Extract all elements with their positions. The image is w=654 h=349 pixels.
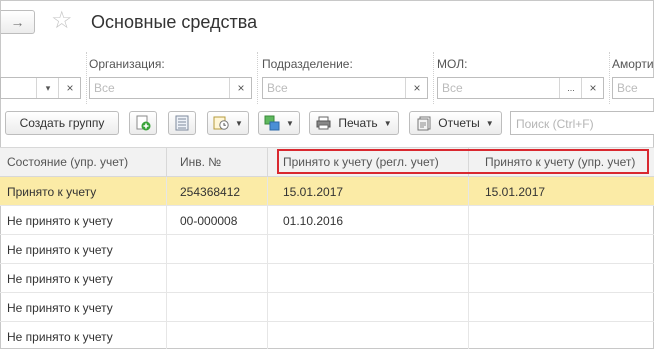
reports-label: Отчеты	[438, 116, 480, 130]
clear-icon[interactable]: ×	[229, 78, 252, 98]
column-divider	[166, 148, 167, 177]
table-row[interactable]: Принято к учету 254368412 15.01.2017 15.…	[0, 177, 654, 206]
select-ellipsis-button[interactable]: ...	[559, 78, 582, 98]
amort-placeholder: Все	[617, 81, 638, 95]
cell-state: Принято к учету	[7, 185, 97, 199]
filter-divider	[433, 52, 434, 104]
table-row[interactable]: Не принято к учету	[0, 264, 654, 293]
arrow-right-icon: →	[10, 14, 25, 30]
cell-state: Не принято к учету	[7, 301, 113, 315]
structure-button[interactable]: ▼	[258, 111, 300, 135]
organization-field[interactable]: Все ×	[89, 77, 252, 99]
chevron-down-icon: ▼	[286, 118, 294, 128]
reports-button[interactable]: Отчеты ▼	[409, 111, 502, 135]
table-row[interactable]: Не принято к учету	[0, 235, 654, 264]
add-copy-button[interactable]	[129, 111, 157, 135]
column-divider	[468, 177, 469, 349]
column-divider	[267, 177, 268, 349]
column-divider	[267, 148, 268, 177]
create-group-label: Создать группу	[19, 116, 105, 130]
cell-upr-date: 15.01.2017	[485, 185, 546, 199]
cell-inv: 254368412	[180, 185, 241, 199]
organization-placeholder: Все	[94, 81, 115, 95]
department-label: Подразделение:	[262, 57, 353, 71]
column-divider	[166, 177, 167, 349]
printer-icon	[316, 116, 331, 130]
department-placeholder: Все	[267, 81, 288, 95]
create-based-on-button[interactable]: ▼	[207, 111, 249, 135]
table-row[interactable]: Не принято к учету	[0, 293, 654, 322]
search-input[interactable]: Поиск (Ctrl+F)	[510, 111, 654, 135]
highlight-frame	[277, 149, 649, 174]
print-button[interactable]: Печать ▼	[309, 111, 399, 135]
cell-state: Не принято к учету	[7, 243, 113, 257]
first-filter-combo[interactable]: ▾ ×	[0, 77, 81, 99]
documents-structure-icon	[264, 115, 280, 131]
create-group-button[interactable]: Создать группу	[5, 111, 119, 135]
page-title: Основные средства	[91, 12, 258, 32]
document-clock-icon	[213, 116, 229, 130]
amort-field[interactable]: Все	[612, 77, 654, 99]
clear-icon[interactable]: ×	[405, 78, 428, 98]
print-label: Печать	[338, 116, 378, 130]
cell-state: Не принято к учету	[7, 272, 113, 286]
amort-label: Аморти	[612, 57, 654, 71]
cell-inv: 00-000008	[180, 214, 238, 228]
search-placeholder: Поиск (Ctrl+F)	[516, 117, 594, 131]
chevron-down-icon: ▼	[485, 118, 494, 128]
department-field[interactable]: Все ×	[262, 77, 428, 99]
forward-button[interactable]: →	[1, 10, 35, 34]
list-view-button[interactable]	[168, 111, 196, 135]
cell-state: Не принято к учету	[7, 330, 113, 344]
cell-state: Не принято к учету	[7, 214, 113, 228]
organization-label: Организация:	[89, 57, 165, 71]
mol-placeholder: Все	[442, 81, 463, 95]
clear-icon[interactable]: ×	[581, 78, 604, 98]
cell-reg-date: 01.10.2016	[283, 214, 344, 228]
filter-divider	[86, 52, 87, 104]
table-row[interactable]: Не принято к учету	[0, 322, 654, 349]
filter-divider	[609, 52, 610, 104]
column-header-inv[interactable]: Инв. №	[180, 155, 221, 169]
cell-reg-date: 15.01.2017	[283, 185, 344, 199]
report-icon	[417, 116, 431, 130]
chevron-down-icon: ▼	[383, 118, 392, 128]
chevron-down-icon: ▼	[235, 118, 243, 128]
chevron-down-icon[interactable]: ▾	[36, 78, 59, 98]
table-row[interactable]: Не принято к учету 00-000008 01.10.2016	[0, 206, 654, 235]
filter-divider	[257, 52, 258, 104]
favorite-star-icon[interactable]: ☆	[51, 9, 73, 33]
mol-field[interactable]: Все ... ×	[437, 77, 604, 99]
clear-icon[interactable]: ×	[58, 78, 81, 98]
add-document-icon	[136, 115, 151, 131]
list-icon	[175, 115, 189, 131]
mol-label: МОЛ:	[437, 57, 468, 71]
column-header-state[interactable]: Состояние (упр. учет)	[7, 155, 128, 169]
